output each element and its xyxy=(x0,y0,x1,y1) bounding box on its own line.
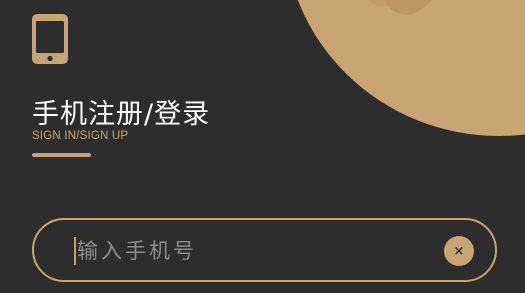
page-subtitle: SIGN IN/SIGN UP xyxy=(32,130,129,142)
phone-number-field[interactable]: 输入手机号 × xyxy=(32,218,497,282)
clear-input-button[interactable]: × xyxy=(444,236,474,266)
page-title: 手机注册/登录 xyxy=(32,99,211,130)
text-cursor xyxy=(74,237,76,265)
phone-number-placeholder: 输入手机号 xyxy=(77,239,197,263)
close-icon: × xyxy=(453,243,465,259)
decorative-circle xyxy=(284,0,525,136)
title-underline xyxy=(32,153,91,157)
login-screen: 手机注册/登录 SIGN IN/SIGN UP 输入手机号 × xyxy=(0,0,525,293)
mobile-phone-icon xyxy=(31,13,69,65)
